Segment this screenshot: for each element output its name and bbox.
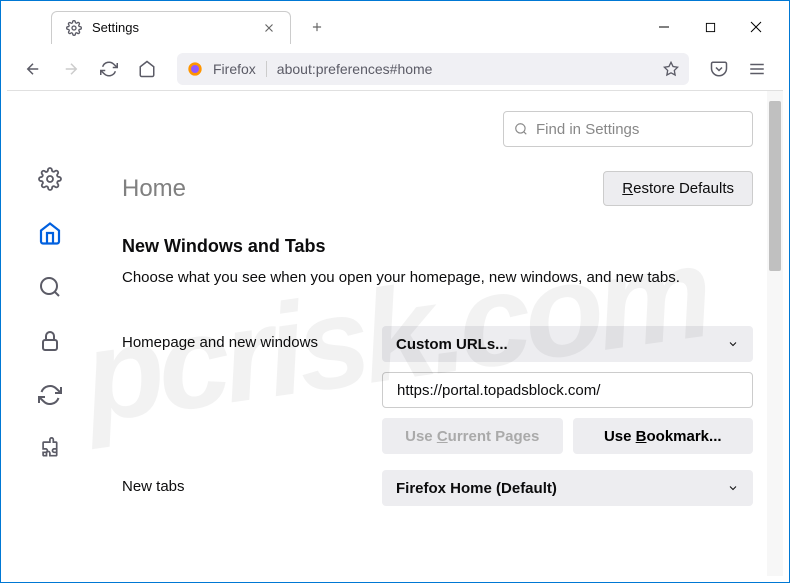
newtabs-select[interactable]: Firefox Home (Default) bbox=[382, 470, 753, 506]
home-button[interactable] bbox=[131, 53, 163, 85]
tab-title: Settings bbox=[92, 20, 252, 35]
homepage-select[interactable]: Custom URLs... bbox=[382, 326, 753, 362]
homepage-label: Homepage and new windows bbox=[122, 326, 352, 351]
close-window-button[interactable] bbox=[733, 11, 779, 43]
page-title: Home bbox=[122, 175, 186, 203]
sidebar-item-sync[interactable] bbox=[32, 377, 68, 413]
homepage-select-value: Custom URLs... bbox=[396, 336, 508, 353]
urlbar-identity: Firefox bbox=[213, 61, 267, 77]
use-bookmark-button[interactable]: Use Bookmark... bbox=[573, 418, 754, 454]
star-icon[interactable] bbox=[663, 61, 679, 77]
chevron-down-icon bbox=[727, 482, 739, 494]
menu-button[interactable] bbox=[741, 53, 773, 85]
newtabs-label: New tabs bbox=[122, 470, 352, 495]
reload-button[interactable] bbox=[93, 53, 125, 85]
section-title: New Windows and Tabs bbox=[122, 236, 753, 257]
sidebar-item-home[interactable] bbox=[32, 215, 68, 251]
search-input[interactable]: Find in Settings bbox=[503, 111, 753, 147]
section-desc: Choose what you see when you open your h… bbox=[122, 269, 753, 286]
chevron-down-icon bbox=[727, 338, 739, 350]
minimize-button[interactable] bbox=[641, 11, 687, 43]
url-bar[interactable]: Firefox about:preferences#home bbox=[177, 53, 689, 85]
gear-icon bbox=[66, 20, 82, 36]
main-content: Find in Settings Home Restore Defaults N… bbox=[92, 91, 783, 576]
forward-button[interactable] bbox=[55, 53, 87, 85]
use-current-pages-button[interactable]: Use Current Pages bbox=[382, 418, 563, 454]
restore-defaults-button[interactable]: Restore Defaults bbox=[603, 171, 753, 206]
scrollbar[interactable] bbox=[767, 91, 783, 576]
new-tab-button[interactable] bbox=[303, 13, 331, 41]
maximize-button[interactable] bbox=[687, 11, 733, 43]
search-placeholder: Find in Settings bbox=[536, 121, 639, 138]
toolbar: Firefox about:preferences#home bbox=[7, 47, 783, 91]
homepage-url-value: https://portal.topadsblock.com/ bbox=[397, 382, 600, 399]
restore-label: estore Defaults bbox=[633, 180, 734, 197]
sidebar-item-search[interactable] bbox=[32, 269, 68, 305]
plus-icon bbox=[310, 20, 324, 34]
search-icon bbox=[514, 122, 528, 136]
pocket-button[interactable] bbox=[703, 53, 735, 85]
homepage-url-input[interactable]: https://portal.topadsblock.com/ bbox=[382, 372, 753, 408]
urlbar-text: about:preferences#home bbox=[277, 61, 653, 77]
back-button[interactable] bbox=[17, 53, 49, 85]
browser-tab[interactable]: Settings bbox=[51, 11, 291, 44]
newtabs-select-value: Firefox Home (Default) bbox=[396, 480, 557, 497]
sidebar bbox=[7, 91, 92, 576]
sidebar-item-extensions[interactable] bbox=[32, 431, 68, 467]
close-icon[interactable] bbox=[262, 21, 276, 35]
titlebar: Settings bbox=[7, 7, 783, 47]
sidebar-item-general[interactable] bbox=[32, 161, 68, 197]
scrollbar-thumb[interactable] bbox=[769, 101, 781, 271]
sidebar-item-privacy[interactable] bbox=[32, 323, 68, 359]
firefox-icon bbox=[187, 61, 203, 77]
